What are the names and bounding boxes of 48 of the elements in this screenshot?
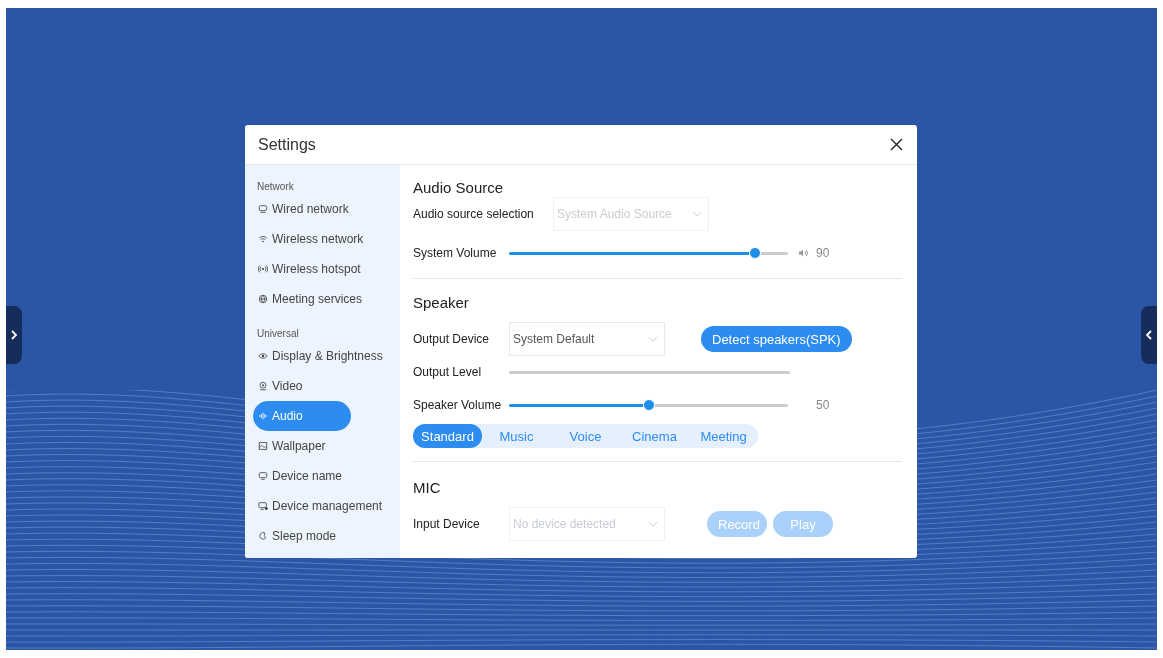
window-title: Settings (258, 135, 316, 154)
sidebar-item[interactable]: Device name (253, 461, 351, 491)
sidebar-item[interactable]: Wireless hotspot (253, 254, 367, 284)
chevron-down-icon (648, 521, 658, 527)
webcam-icon (258, 381, 268, 391)
signal-icon (258, 264, 268, 274)
chevron-right-icon (10, 330, 18, 340)
sidebar-item[interactable]: Meeting services (253, 284, 369, 314)
sidebar-item[interactable]: Sleep mode (253, 521, 351, 551)
soundwave-icon (258, 411, 268, 421)
globe-icon (258, 294, 268, 304)
slider-label: System Volume (413, 246, 498, 260)
section-heading: MIC (413, 479, 442, 496)
sidebar-item[interactable]: Video (253, 371, 351, 401)
sidebar-group-label: Network (256, 180, 295, 194)
expand-tab[interactable] (6, 306, 22, 364)
monitor-icon (258, 501, 268, 511)
slider-label: Speaker Volume (413, 398, 503, 412)
sidebar-item[interactable]: Wired network (253, 194, 355, 224)
slider-label: Output Level (413, 365, 483, 379)
section-heading: Audio Source (413, 179, 505, 196)
sidebar-group-label: Universal (256, 327, 300, 341)
section-heading: Speaker (413, 294, 470, 311)
volume-value: 50 (816, 398, 830, 412)
field-label: Output Device (413, 332, 491, 346)
image-icon (258, 441, 268, 451)
eye-icon (258, 351, 268, 361)
dropdown[interactable]: System Default (509, 322, 665, 356)
monitor-icon (258, 204, 268, 214)
chevron-down-icon (692, 211, 702, 217)
field-label: Input Device (413, 517, 481, 531)
chevron-left-icon (1145, 330, 1153, 340)
speaker-icon (798, 248, 808, 258)
wifi-icon (258, 234, 268, 244)
slider-handle[interactable] (642, 398, 655, 411)
field-label: Audio source selection (413, 207, 535, 221)
chevron-down-icon (648, 336, 658, 342)
slider-handle[interactable] (748, 246, 761, 259)
moon-icon (258, 531, 268, 541)
sidebar-item[interactable]: Device management (253, 491, 389, 521)
sidebar-item[interactable]: Wireless network (253, 224, 370, 254)
sidebar-item[interactable]: Display & Brightness (253, 341, 389, 371)
sidebar-item[interactable]: Wallpaper (253, 431, 351, 461)
close-icon (890, 138, 903, 151)
close-button[interactable] (890, 138, 903, 151)
volume-value: 90 (816, 246, 830, 260)
expand-tab[interactable] (1141, 306, 1157, 364)
monitor-icon (258, 471, 268, 481)
